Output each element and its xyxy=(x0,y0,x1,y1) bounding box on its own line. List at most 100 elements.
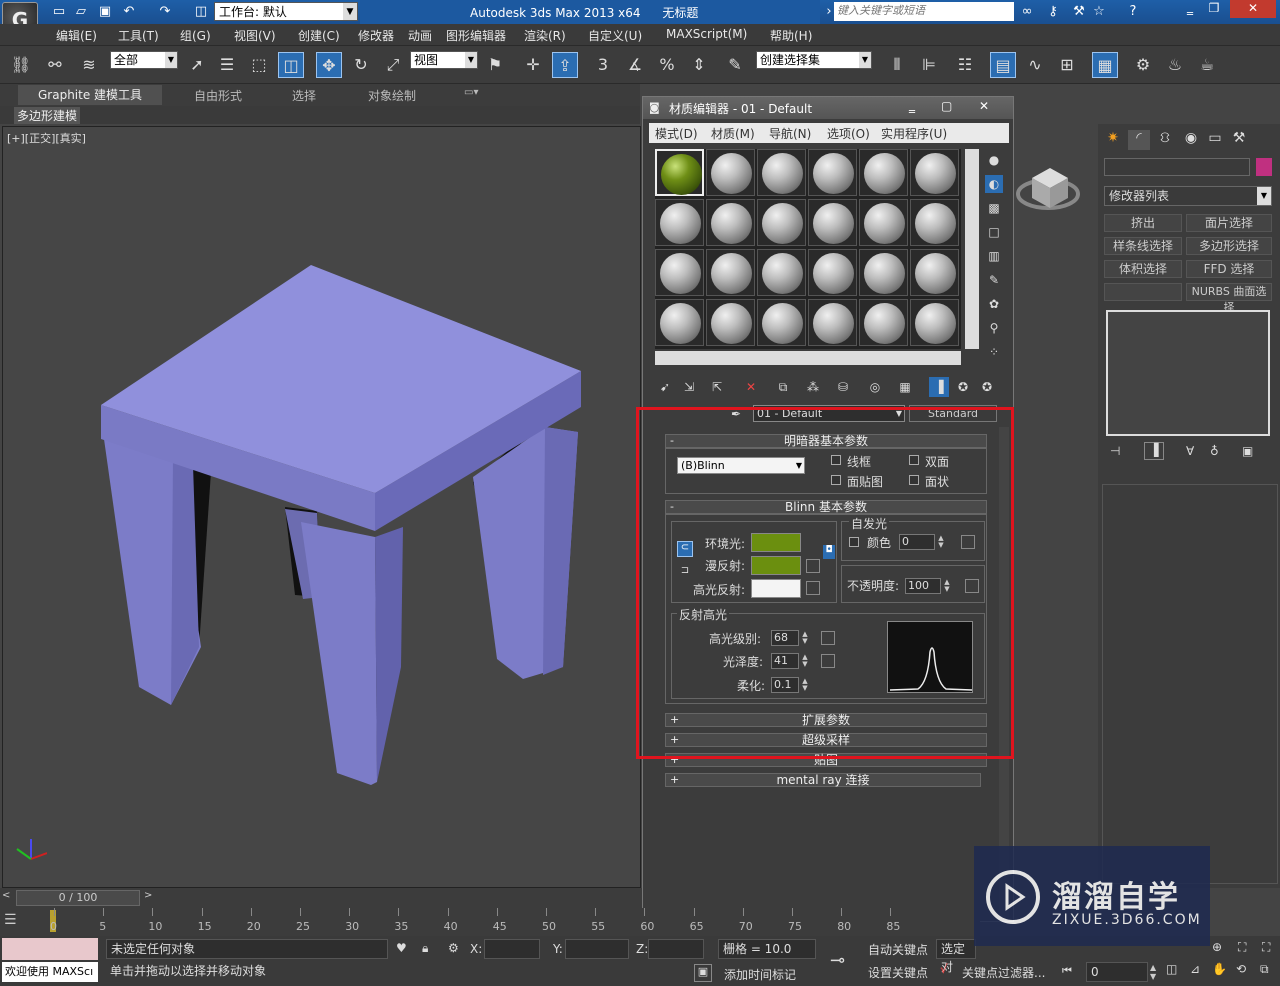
assign-to-selection-icon[interactable]: ⇱ xyxy=(707,377,727,397)
slots-horizontal-scrollbar[interactable] xyxy=(655,351,961,365)
create-tab-icon[interactable]: ✷ xyxy=(1102,130,1124,150)
sample-slot[interactable] xyxy=(655,249,704,296)
isolate-selection-icon[interactable]: ♥ xyxy=(396,941,407,955)
material-id-icon[interactable]: ◎ xyxy=(865,377,885,397)
patch-select-button[interactable]: 面片选择 xyxy=(1186,214,1272,232)
communication-icon[interactable]: ⚒ xyxy=(1070,3,1088,21)
make-unique-icon[interactable]: ⁂ xyxy=(803,377,823,397)
modifier-stack[interactable] xyxy=(1106,310,1270,436)
orbit-icon[interactable]: ⟲ xyxy=(1236,962,1246,976)
sample-slot[interactable] xyxy=(706,199,755,246)
menu-utilities[interactable]: 实用程序(U) xyxy=(881,125,947,142)
mirror-icon[interactable]: ⫴ xyxy=(884,52,910,78)
z-coordinate-field[interactable] xyxy=(648,939,704,959)
material-navigator-icon[interactable]: ⁘ xyxy=(985,343,1003,361)
open-file-icon[interactable]: ▱ xyxy=(72,3,90,21)
object-name-field[interactable] xyxy=(1104,158,1250,176)
get-material-icon[interactable]: ➹ xyxy=(655,377,675,397)
tab-freeform[interactable]: 自由形式 xyxy=(194,87,242,104)
go-to-parent-icon[interactable]: ✪ xyxy=(953,377,973,397)
maximize-viewport-icon[interactable]: ⧉ xyxy=(1260,962,1269,977)
sample-slot[interactable] xyxy=(808,149,857,196)
auto-key-button[interactable]: 自动关键点 xyxy=(868,941,928,958)
select-scale-icon[interactable]: ⤢ xyxy=(380,52,406,78)
show-end-result-icon[interactable]: ▐ xyxy=(929,377,949,397)
sample-slot[interactable] xyxy=(706,249,755,296)
menu-help[interactable]: 帮助(H) xyxy=(770,27,812,44)
select-by-name-icon[interactable]: ☰ xyxy=(214,52,240,78)
empty-modifier-button[interactable] xyxy=(1104,283,1182,301)
sample-slot[interactable] xyxy=(910,299,959,346)
put-to-scene-icon[interactable]: ⇲ xyxy=(679,377,699,397)
curve-editor-icon[interactable]: ∿ xyxy=(1022,52,1048,78)
help-icon[interactable]: ? xyxy=(1124,3,1142,21)
extrude-button[interactable]: 挤出 xyxy=(1104,214,1182,232)
sample-slot[interactable] xyxy=(910,249,959,296)
close-button[interactable]: ✕ xyxy=(979,99,989,113)
go-forward-sibling-icon[interactable]: ✪ xyxy=(977,377,997,397)
rendered-frame-icon[interactable]: ♨ xyxy=(1162,52,1188,78)
percent-snap-icon[interactable]: % xyxy=(654,52,680,78)
copy-material-icon[interactable]: ⧉ xyxy=(773,377,793,397)
render-teapot-icon[interactable]: ☕ xyxy=(1194,52,1220,78)
prev-frame-icon[interactable]: < xyxy=(2,890,14,906)
new-file-icon[interactable]: ▭ xyxy=(50,3,68,21)
menu-tools[interactable]: 工具(T) xyxy=(118,27,159,44)
open-mini-curve-editor-icon[interactable]: ☰ xyxy=(4,912,17,928)
menu-customize[interactable]: 自定义(U) xyxy=(588,27,642,44)
render-setup-icon[interactable]: ⚙ xyxy=(1130,52,1156,78)
make-preview-icon[interactable]: ✎ xyxy=(985,271,1003,289)
ffd-select-button[interactable]: FFD 选择 xyxy=(1186,260,1272,278)
project-folder-icon[interactable]: ◫ xyxy=(192,3,210,21)
maxscript-listener[interactable] xyxy=(2,938,98,960)
menu-modifiers[interactable]: 修改器 xyxy=(358,27,394,44)
sample-slot[interactable] xyxy=(706,299,755,346)
menu-modes[interactable]: 模式(D) xyxy=(655,125,698,142)
mental-ray-rollout[interactable]: + mental ray 连接 xyxy=(665,773,981,787)
object-color-swatch[interactable] xyxy=(1256,158,1272,176)
undo-icon[interactable]: ↶ xyxy=(120,3,138,21)
uv-tiling-icon[interactable]: □ xyxy=(985,223,1003,241)
menu-maxscript[interactable]: MAXScript(M) xyxy=(666,27,747,41)
restore-button[interactable]: ❐ xyxy=(1202,0,1226,18)
make-unique-icon[interactable]: ∀ xyxy=(1186,444,1194,458)
hierarchy-tab-icon[interactable]: ⛻ xyxy=(1154,130,1176,150)
key-mode-icon[interactable]: √ xyxy=(940,962,948,976)
modifier-list-dropdown[interactable]: 修改器列表 ▼ xyxy=(1104,186,1272,206)
key-icon[interactable]: ⚷ xyxy=(1044,3,1062,21)
remove-modifier-icon[interactable]: ♁ xyxy=(1210,444,1219,458)
sample-slot[interactable] xyxy=(706,149,755,196)
named-selection-dropdown[interactable]: 创建选择集 ▼ xyxy=(756,51,872,69)
menu-edit[interactable]: 编辑(E) xyxy=(56,27,97,44)
sample-slot[interactable] xyxy=(808,199,857,246)
reset-map-icon[interactable]: ✕ xyxy=(741,377,761,397)
schematic-view-icon[interactable]: ⊞ xyxy=(1054,52,1080,78)
next-frame-icon[interactable]: > xyxy=(144,890,156,906)
y-coordinate-field[interactable] xyxy=(565,939,629,959)
menu-options[interactable]: 选项(O) xyxy=(827,125,870,142)
ribbon-toggle-icon[interactable]: ▤ xyxy=(990,52,1016,78)
tab-selection[interactable]: 选择 xyxy=(292,87,316,104)
menu-animation[interactable]: 动画 xyxy=(408,27,432,44)
field-of-view-icon[interactable]: ⊿ xyxy=(1190,962,1200,976)
pivot-center-icon[interactable]: ⚑ xyxy=(482,52,508,78)
zoom-icon[interactable]: ⊕ xyxy=(1212,940,1222,954)
menu-graph-editors[interactable]: 图形编辑器 xyxy=(446,27,506,44)
minimize-button[interactable]: ‗ xyxy=(1178,0,1202,18)
spinner-arrows-icon[interactable]: ▲ ▼ xyxy=(1150,963,1156,981)
configure-modifier-sets-icon[interactable]: ▣ xyxy=(1242,444,1253,458)
material-editor-titlebar[interactable]: ◙ 材质编辑器 - 01 - Default ‗ ▢ ✕ xyxy=(643,97,1013,119)
selected-dropdown[interactable]: 选定对 xyxy=(936,939,976,974)
spinner-snap-icon[interactable]: ⇕ xyxy=(686,52,712,78)
spline-select-button[interactable]: 样条线选择 xyxy=(1104,237,1182,255)
menu-group[interactable]: 组(G) xyxy=(180,27,211,44)
select-by-material-icon[interactable]: ⚲ xyxy=(985,319,1003,337)
sample-slot[interactable] xyxy=(910,149,959,196)
align-icon[interactable]: ⊫ xyxy=(916,52,942,78)
window-crossing-icon[interactable]: ◫ xyxy=(278,52,304,78)
favorites-icon[interactable]: ☆ xyxy=(1090,3,1108,21)
pin-stack-icon[interactable]: ⊣ xyxy=(1110,444,1120,458)
perspective-viewport[interactable]: [+][正交][真实] xyxy=(2,126,641,888)
display-tab-icon[interactable]: ▭ xyxy=(1204,130,1226,150)
rect-selection-icon[interactable]: ⬚ xyxy=(246,52,272,78)
